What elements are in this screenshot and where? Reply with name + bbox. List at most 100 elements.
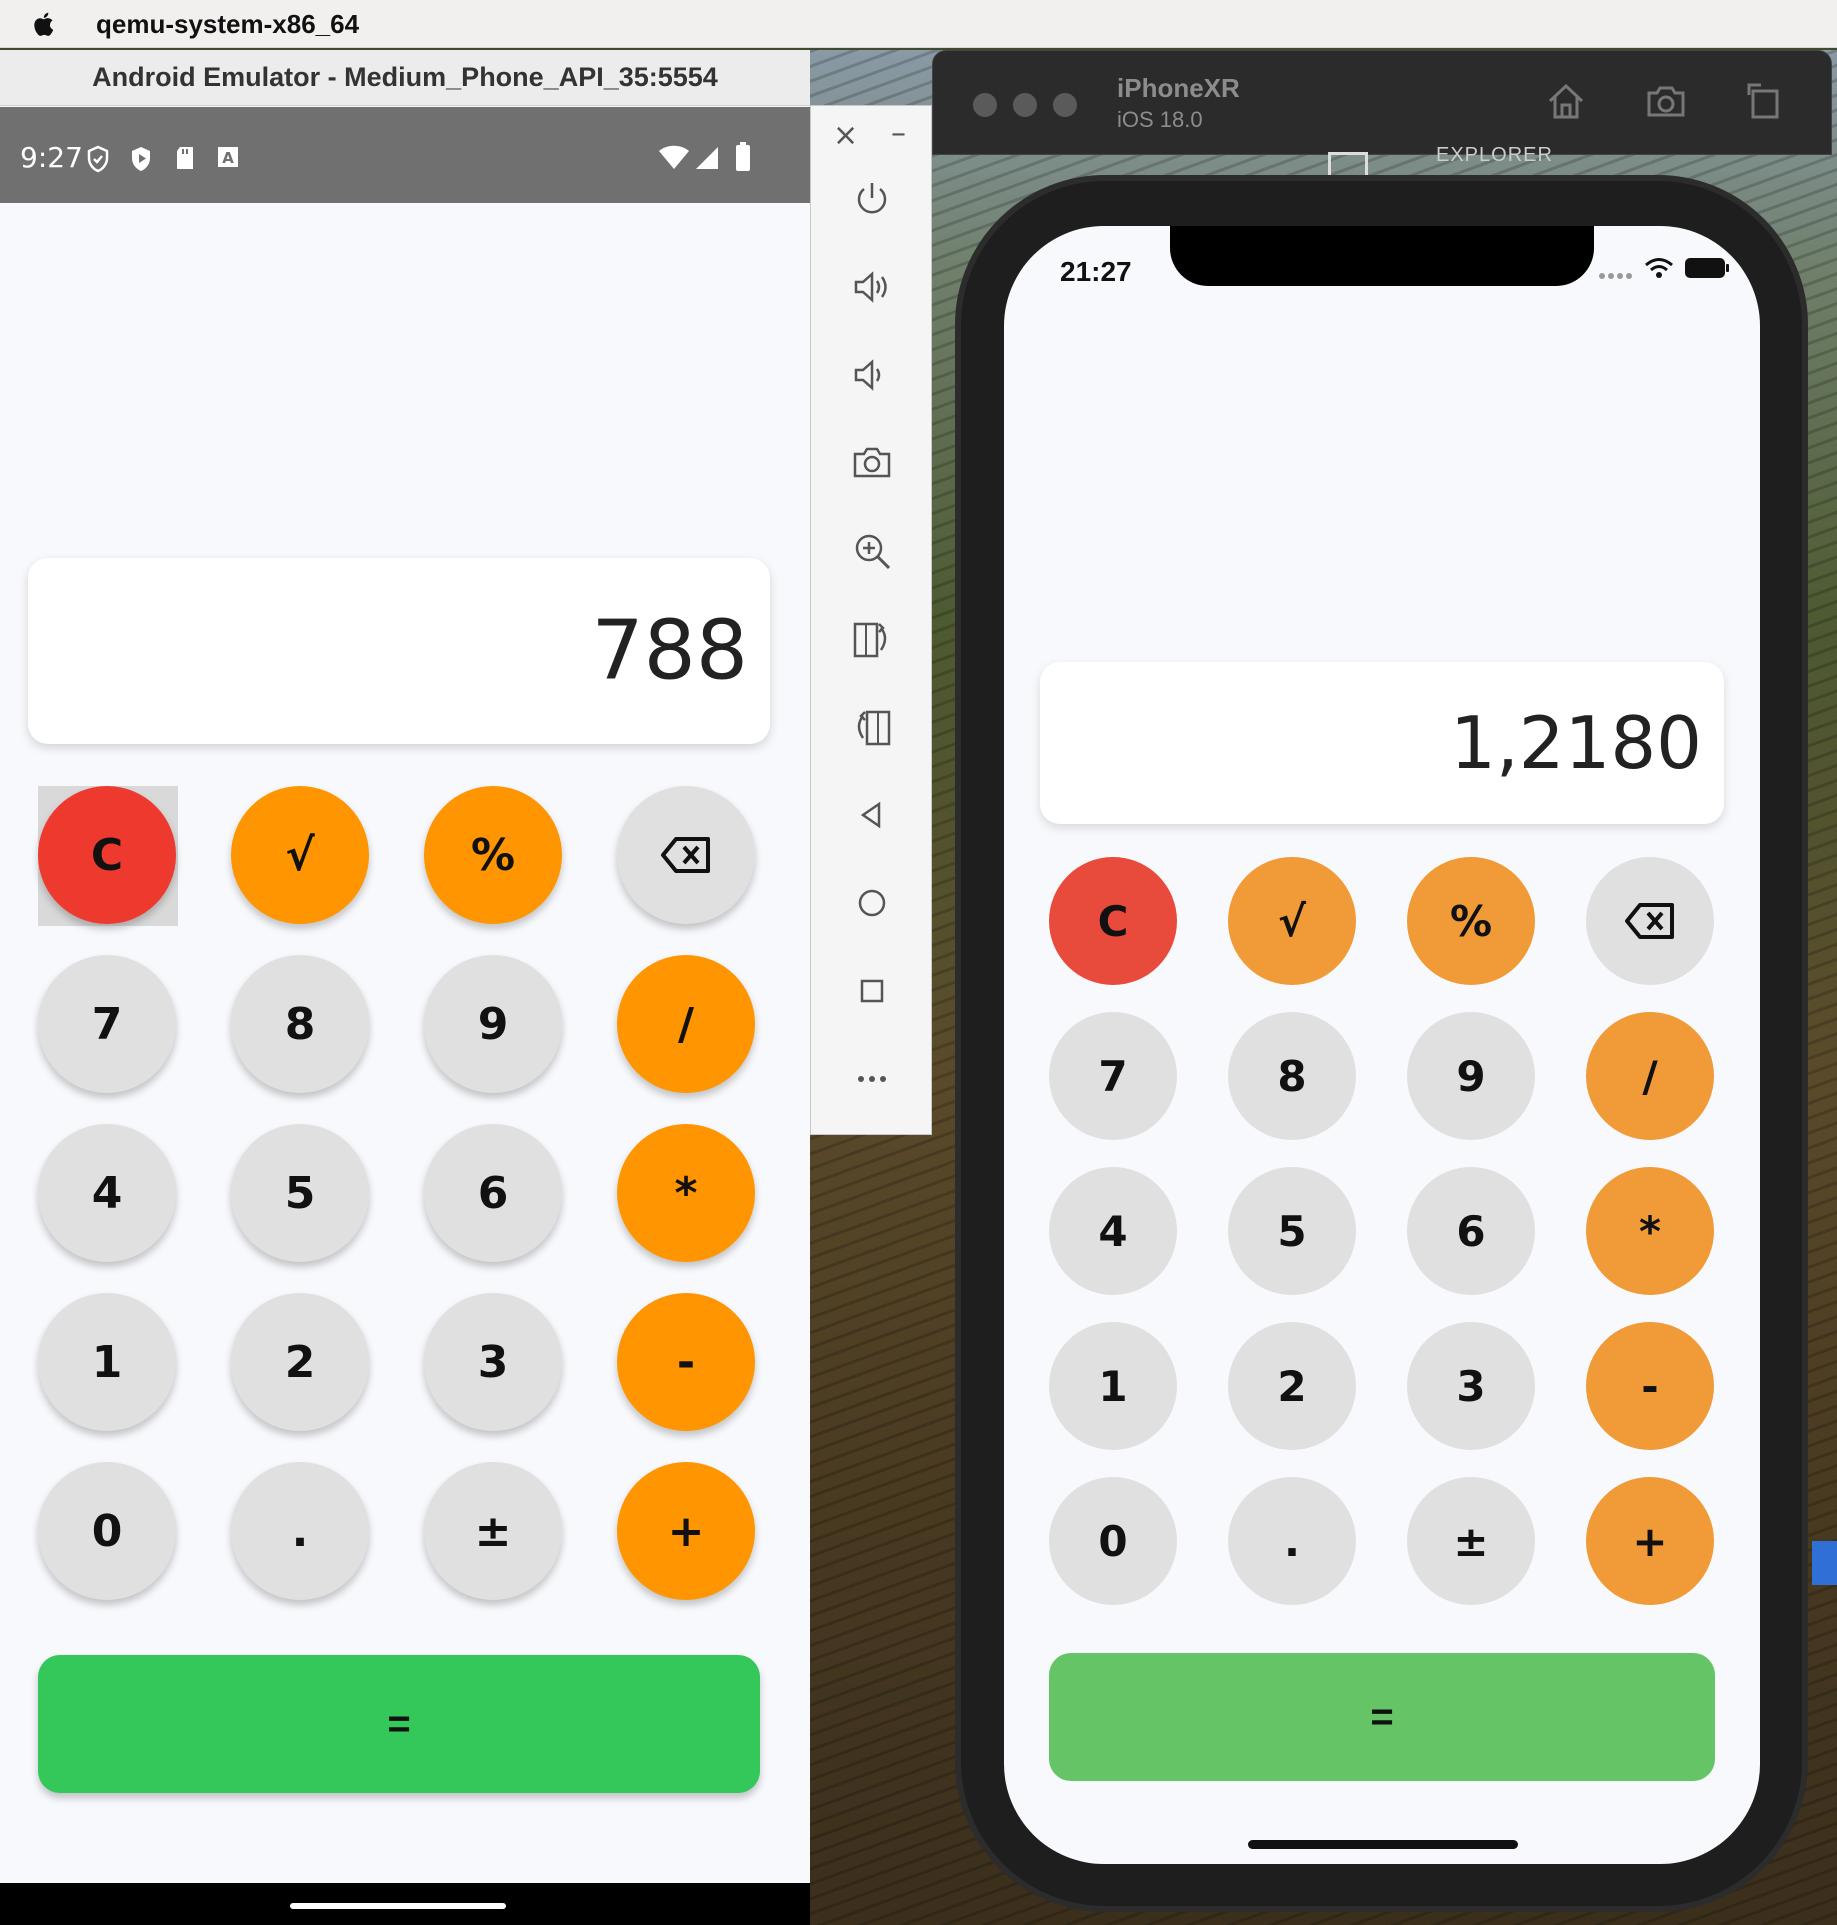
- simulator-titlebar[interactable]: iPhoneXR iOS 18.0: [932, 50, 1832, 155]
- button-label: 5: [1277, 1206, 1307, 1256]
- iphone-notch: [1170, 226, 1594, 286]
- android-add-button[interactable]: +: [617, 1462, 755, 1600]
- ios-digit-1-button[interactable]: 1: [1049, 1322, 1177, 1450]
- ios-digit-8-button[interactable]: 8: [1228, 1012, 1356, 1140]
- home-icon[interactable]: [851, 882, 893, 924]
- power-icon[interactable]: [851, 178, 893, 220]
- volume-up-icon[interactable]: [851, 266, 893, 308]
- android-decimal-button[interactable]: .: [231, 1462, 369, 1600]
- button-label: 0: [1098, 1516, 1128, 1566]
- android-multiply-button[interactable]: *: [617, 1124, 755, 1262]
- ios-divide-button[interactable]: /: [1586, 1012, 1714, 1140]
- android-backspace-button[interactable]: [617, 786, 755, 924]
- simulator-device-name: iPhoneXR: [1117, 73, 1240, 103]
- button-label: +: [1632, 1516, 1668, 1566]
- button-label: 4: [91, 1167, 123, 1219]
- ios-calculator-display: 1,2180: [1040, 662, 1724, 824]
- button-label: 3: [477, 1336, 509, 1388]
- ios-clear-button[interactable]: C: [1049, 857, 1177, 985]
- android-status-bar: 9:27 A: [0, 107, 810, 203]
- ios-digit-0-button[interactable]: 0: [1049, 1477, 1177, 1605]
- button-label: 9: [1456, 1051, 1486, 1101]
- ios-decimal-button[interactable]: .: [1228, 1477, 1356, 1605]
- equals-label: =: [387, 1701, 411, 1746]
- ios-digit-5-button[interactable]: 5: [1228, 1167, 1356, 1295]
- rotate-icon[interactable]: [1741, 79, 1785, 123]
- android-digit-0-button[interactable]: 0: [38, 1462, 176, 1600]
- android-digit-8-button[interactable]: 8: [231, 955, 369, 1093]
- ios-digit-3-button[interactable]: 3: [1407, 1322, 1535, 1450]
- cellular-signal-icon: [696, 147, 718, 169]
- android-plus-minus-button[interactable]: ±: [424, 1462, 562, 1600]
- android-digit-4-button[interactable]: 4: [38, 1124, 176, 1262]
- android-divide-button[interactable]: /: [617, 955, 755, 1093]
- ios-digit-9-button[interactable]: 9: [1407, 1012, 1535, 1140]
- ios-percent-button[interactable]: %: [1407, 857, 1535, 985]
- background-explorer-label: EXPLORER: [1436, 144, 1553, 166]
- ios-digit-4-button[interactable]: 4: [1049, 1167, 1177, 1295]
- button-label: C: [90, 829, 124, 881]
- button-label: √: [1277, 896, 1306, 946]
- rotate-right-icon[interactable]: [851, 706, 893, 748]
- keyboard-a-icon: A: [218, 147, 238, 167]
- window-close-button[interactable]: [973, 93, 997, 117]
- screenshot-icon[interactable]: [1643, 79, 1689, 123]
- ios-add-button[interactable]: +: [1586, 1477, 1714, 1605]
- ios-sqrt-button[interactable]: √: [1228, 857, 1356, 985]
- rotate-left-icon[interactable]: [851, 618, 893, 660]
- ios-equals-button[interactable]: =: [1049, 1653, 1715, 1781]
- android-home-gesture-pill[interactable]: [290, 1903, 506, 1909]
- button-label: .: [1284, 1516, 1300, 1566]
- ios-digit-6-button[interactable]: 6: [1407, 1167, 1535, 1295]
- ios-subtract-button[interactable]: -: [1586, 1322, 1714, 1450]
- cellular-dots-icon: [1599, 273, 1632, 279]
- android-equals-button[interactable]: =: [38, 1655, 760, 1793]
- camera-icon[interactable]: [851, 442, 893, 484]
- android-digit-1-button[interactable]: 1: [38, 1293, 176, 1431]
- ios-digit-7-button[interactable]: 7: [1049, 1012, 1177, 1140]
- android-window-titlebar[interactable]: Android Emulator - Medium_Phone_API_35:5…: [0, 50, 810, 106]
- android-emulator-window: Android Emulator - Medium_Phone_API_35:5…: [0, 50, 810, 1925]
- button-label: 3: [1456, 1361, 1486, 1411]
- button-label: +: [667, 1505, 705, 1557]
- android-digit-2-button[interactable]: 2: [231, 1293, 369, 1431]
- button-label: .: [291, 1505, 309, 1557]
- ios-plus-minus-button[interactable]: ±: [1407, 1477, 1535, 1605]
- button-label: -: [1641, 1361, 1659, 1411]
- android-calculator-display: 788: [28, 558, 770, 744]
- window-zoom-button[interactable]: [1053, 93, 1077, 117]
- ios-home-indicator[interactable]: [1248, 1840, 1518, 1849]
- more-icon[interactable]: [851, 1058, 893, 1100]
- apple-logo-icon[interactable]: [28, 8, 60, 40]
- battery-icon: [1685, 258, 1729, 278]
- volume-down-icon[interactable]: [851, 354, 893, 396]
- android-display-value: 788: [591, 603, 748, 699]
- ios-digit-2-button[interactable]: 2: [1228, 1322, 1356, 1450]
- battery-icon: [736, 142, 750, 171]
- zoom-icon[interactable]: [851, 530, 893, 572]
- android-digit-3-button[interactable]: 3: [424, 1293, 562, 1431]
- android-percent-button[interactable]: %: [424, 786, 562, 924]
- android-clear-button[interactable]: C: [38, 786, 176, 924]
- button-label: 1: [91, 1336, 123, 1388]
- simulator-os-version: iOS 18.0: [1117, 107, 1203, 132]
- android-digit-9-button[interactable]: 9: [424, 955, 562, 1093]
- android-sqrt-button[interactable]: √: [231, 786, 369, 924]
- ios-multiply-button[interactable]: *: [1586, 1167, 1714, 1295]
- menubar-app-name[interactable]: qemu-system-x86_64: [96, 8, 359, 40]
- overview-icon[interactable]: [851, 970, 893, 1012]
- home-icon[interactable]: [1544, 79, 1588, 123]
- back-icon[interactable]: [851, 794, 893, 836]
- close-icon[interactable]: ×: [833, 118, 858, 153]
- window-minimize-button[interactable]: [1013, 93, 1037, 117]
- android-digit-6-button[interactable]: 6: [424, 1124, 562, 1262]
- mac-menubar: qemu-system-x86_64: [0, 0, 1837, 48]
- ios-backspace-button[interactable]: [1586, 857, 1714, 985]
- android-digit-7-button[interactable]: 7: [38, 955, 176, 1093]
- android-digit-5-button[interactable]: 5: [231, 1124, 369, 1262]
- minimize-icon[interactable]: –: [891, 116, 906, 151]
- background-window-edge: [1812, 1541, 1837, 1585]
- android-status-time: 9:27: [20, 141, 83, 174]
- android-subtract-button[interactable]: -: [617, 1293, 755, 1431]
- android-window-title: Android Emulator - Medium_Phone_API_35:5…: [92, 62, 718, 92]
